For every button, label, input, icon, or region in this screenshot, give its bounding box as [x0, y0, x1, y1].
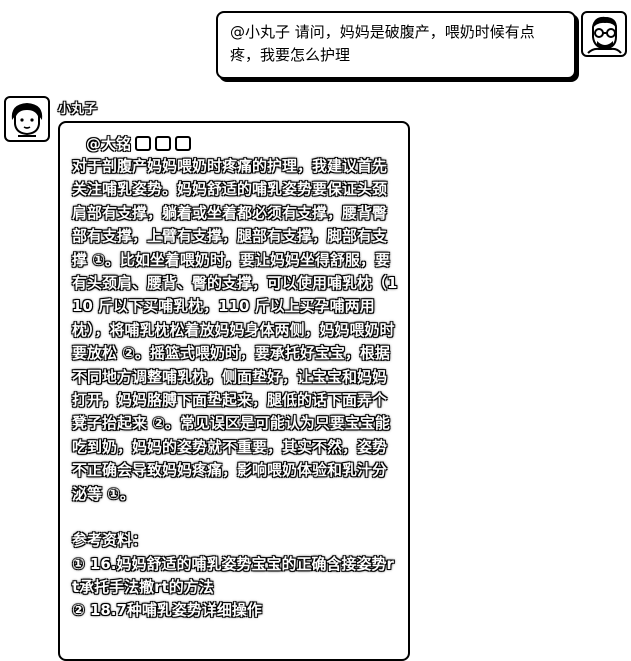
reference-item[interactable]: ② 18.7种哺乳姿势详细操作	[72, 599, 398, 622]
book-badge-icon	[155, 135, 172, 151]
mention-row: @大铭	[72, 131, 398, 155]
bot-avatar-icon	[11, 103, 43, 137]
answer-text: 对于剖腹产妈妈喂奶时疼痛的护理，我建议首先关注哺乳姿势。妈妈舒适的哺乳姿势要保证…	[72, 157, 398, 503]
bot-message-bubble: @大铭 对于剖腹产妈妈喂奶时疼痛的护理，我建议首先关注哺乳姿势。妈妈舒适的哺乳姿…	[58, 121, 410, 661]
robot-badge-icon	[135, 135, 152, 151]
reference-item[interactable]: ① 16.妈妈舒适的哺乳姿势宝宝的正确含接姿势rt承托手法撤rt的方法	[72, 553, 398, 600]
user-avatar[interactable]	[581, 11, 627, 57]
bot-avatar[interactable]	[4, 96, 50, 142]
references-title: 参考资料：	[72, 531, 148, 550]
user-message-text: @小丸子 请问，妈妈是破腹产，喂奶时候有点疼，我要怎么护理	[230, 23, 535, 64]
crown-badge-icon	[175, 135, 192, 151]
user-avatar-icon	[587, 16, 622, 54]
references-list: ① 16.妈妈舒适的哺乳姿势宝宝的正确含接姿势rt承托手法撤rt的方法 ② 18…	[72, 553, 398, 623]
user-message-bubble: @小丸子 请问，妈妈是破腹产，喂奶时候有点疼，我要怎么护理	[216, 11, 576, 79]
mention-text[interactable]: @大铭	[86, 133, 131, 154]
bot-name: 小丸子	[58, 102, 98, 117]
